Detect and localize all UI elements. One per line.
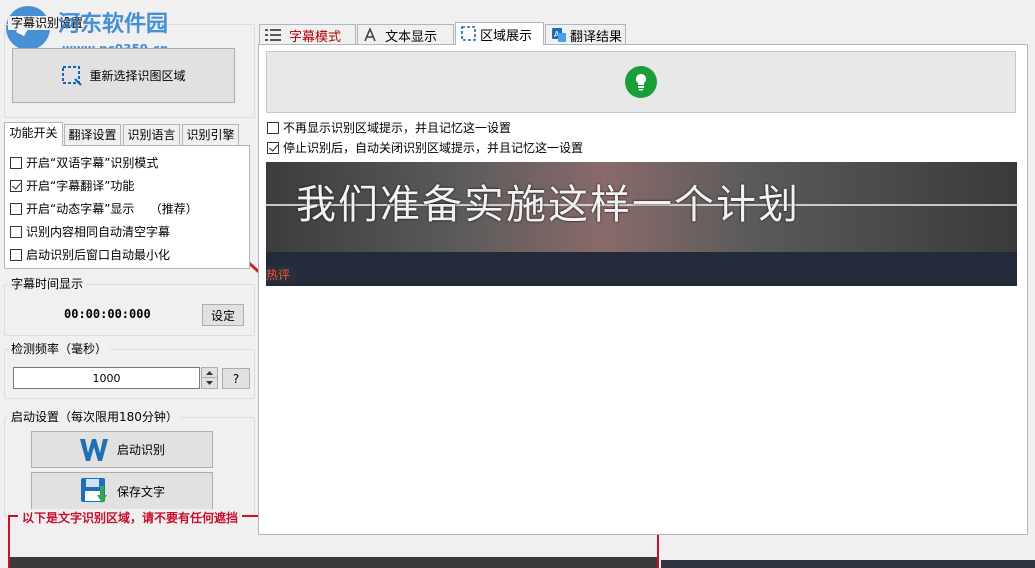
option-auto-minimize[interactable]: 启动识别后窗口自动最小化	[10, 246, 170, 263]
preview-subtitle-text: 我们准备实施这样一个计划	[296, 182, 800, 228]
tab-feature-switch[interactable]: 功能开关	[4, 122, 63, 146]
region-preview-image: 我们准备实施这样一个计划 热评	[266, 162, 1017, 286]
w-logo-icon	[79, 437, 109, 463]
option-bilingual[interactable]: 开启“双语字幕”识别模式	[10, 154, 158, 171]
start-settings-title: 启动设置（每次限用180分钟）	[8, 410, 181, 424]
tab-label: 翻译结果	[570, 29, 623, 45]
option-label: 开启“字幕翻译”功能	[26, 179, 135, 193]
preview-bottom-bar	[266, 252, 1017, 286]
time-set-label: 设定	[210, 308, 235, 323]
option-auto-clear[interactable]: 识别内容相同自动清空字幕	[10, 223, 170, 240]
save-text-label: 保存文字	[116, 484, 165, 499]
tab-text-display[interactable]: 文本显示	[357, 24, 454, 45]
start-recognition-label: 启动识别	[116, 443, 165, 457]
checkbox[interactable]	[267, 121, 279, 134]
option-hide-region-tip[interactable]: 不再显示识别区域提示，并且记忆这一设置	[267, 119, 511, 136]
option-label: 开启“双语字幕”识别模式	[26, 156, 159, 170]
frequency-input[interactable]: 1000	[13, 367, 200, 389]
time-set-button[interactable]: 设定	[202, 304, 244, 326]
tab-label: 字幕模式	[289, 29, 342, 45]
frequency-spinner[interactable]	[201, 367, 218, 389]
frequency-help-button[interactable]: ?	[222, 368, 250, 389]
tab-label: 区域展示	[480, 28, 533, 44]
tab-label: 功能开关	[9, 126, 58, 140]
feature-switch-panel: 开启“双语字幕”识别模式 开启“字幕翻译”功能 开启“动态字幕”显示 （推荐） …	[4, 145, 250, 269]
tab-translation-settings[interactable]: 翻译设置	[64, 124, 121, 146]
tab-subtitle-mode[interactable]: 字幕模式	[259, 24, 356, 45]
checkbox[interactable]	[10, 179, 22, 192]
tab-recognition-engine[interactable]: 识别引擎	[182, 124, 239, 146]
option-label: 停止识别后，自动关闭识别区域提示，并且记忆这一设置	[283, 141, 584, 155]
lightbulb-icon	[625, 66, 657, 98]
reselect-region-button[interactable]: 重新选择识图区域	[12, 48, 235, 103]
option-translate[interactable]: 开启“字幕翻译”功能	[10, 177, 134, 194]
spin-up-icon[interactable]	[202, 368, 217, 378]
floppy-save-icon	[79, 476, 109, 506]
tab-label: 文本显示	[385, 29, 438, 45]
region-select-icon	[61, 65, 83, 87]
option-dynamic[interactable]: 开启“动态字幕”显示 （推荐）	[10, 200, 198, 217]
checkbox[interactable]	[10, 248, 22, 261]
reselect-region-label: 重新选择识图区域	[89, 69, 186, 83]
checkbox[interactable]	[267, 141, 279, 154]
option-auto-close-region-tip[interactable]: 停止识别后，自动关闭识别区域提示，并且记忆这一设置	[267, 139, 583, 156]
region-select-icon	[461, 26, 477, 42]
region-display-panel: 不再显示识别区域提示，并且记忆这一设置 停止识别后，自动关闭识别区域提示，并且记…	[258, 44, 1028, 535]
time-display-title: 字幕时间显示	[8, 277, 87, 291]
text-a-icon	[363, 28, 377, 42]
frequency-value: 1000	[92, 371, 121, 385]
time-readout: 00:00:00:000	[64, 307, 151, 321]
list-icon	[265, 28, 281, 42]
option-label: 启动识别后窗口自动最小化	[26, 248, 171, 262]
preview-tag: 热评	[266, 266, 297, 283]
translate-icon: A	[551, 27, 567, 43]
tab-label: 识别语言	[127, 128, 176, 142]
option-label: 识别内容相同自动清空字幕	[26, 225, 171, 239]
option-label: 开启“动态字幕”显示 （推荐）	[26, 202, 198, 216]
option-label: 不再显示识别区域提示，并且记忆这一设置	[283, 121, 512, 135]
tab-recognition-language[interactable]: 识别语言	[123, 124, 180, 146]
tab-label: 翻译设置	[68, 128, 117, 142]
background-video-strip	[10, 557, 657, 568]
checkbox[interactable]	[10, 156, 22, 169]
watermark-site-name: 河东软件园	[58, 11, 169, 37]
recognition-region-label: 以下是文字识别区域，请不要有任何遮挡	[18, 509, 243, 526]
background-video-strip-right	[661, 560, 1035, 568]
tab-translation-result[interactable]: A 翻译结果	[545, 24, 626, 45]
help-label: ?	[232, 371, 240, 386]
tip-banner	[266, 51, 1016, 113]
tab-region-display[interactable]: 区域展示	[455, 22, 544, 45]
frequency-title: 检测频率（毫秒）	[8, 342, 111, 356]
checkbox[interactable]	[10, 225, 22, 238]
spin-down-icon[interactable]	[202, 378, 217, 388]
save-text-button[interactable]: 保存文字	[31, 472, 213, 510]
start-recognition-button[interactable]: 启动识别	[31, 431, 213, 468]
tab-label: 识别引擎	[186, 128, 235, 142]
checkbox[interactable]	[10, 202, 22, 215]
